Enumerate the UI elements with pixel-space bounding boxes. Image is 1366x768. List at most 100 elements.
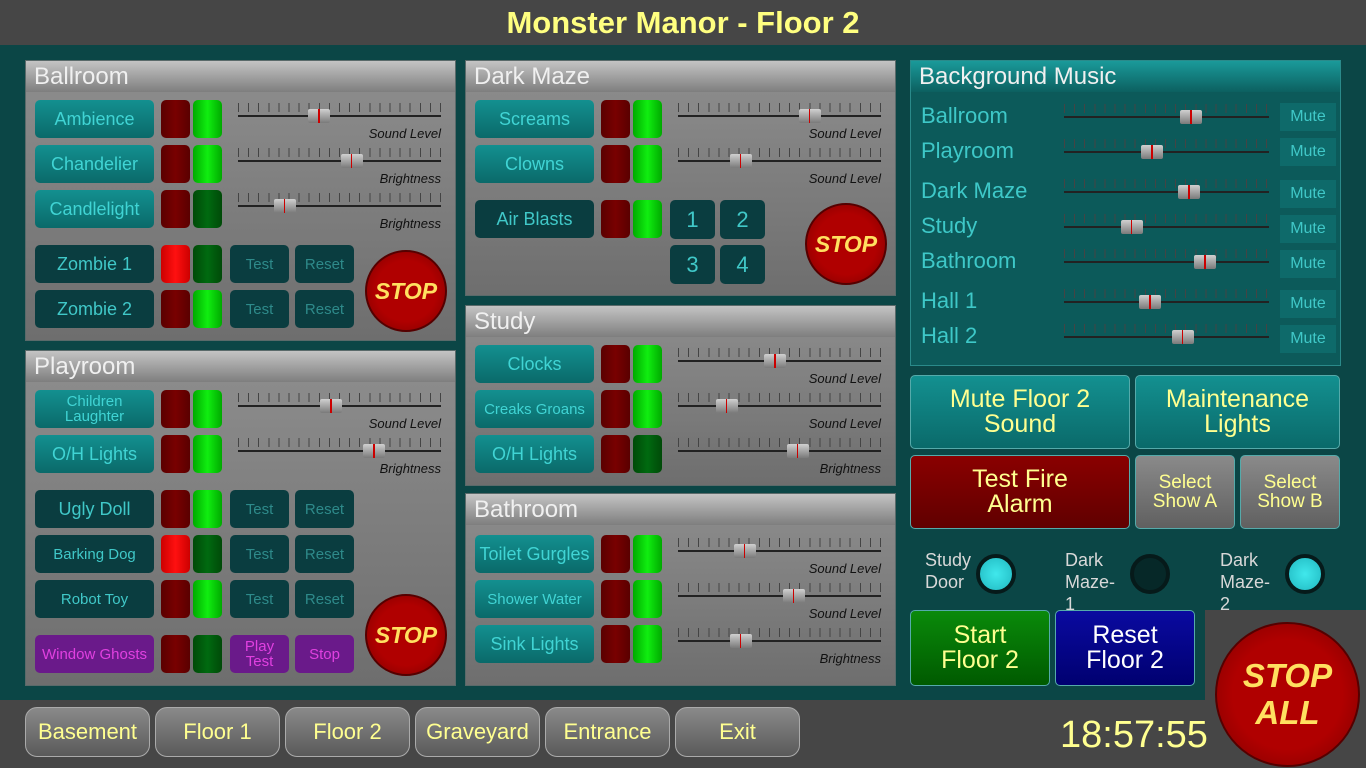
select-show-b-button[interactable]: Select Show B: [1240, 455, 1340, 529]
mute-button[interactable]: Mute: [1280, 138, 1336, 166]
row-button[interactable]: Ugly Doll: [35, 490, 154, 528]
music-level-slider[interactable]: [1064, 244, 1269, 274]
row-button[interactable]: Children Laughter: [35, 390, 154, 428]
row-button[interactable]: Candlelight: [35, 190, 154, 228]
row-button[interactable]: Zombie 1: [35, 245, 154, 283]
nav-button-floor-1[interactable]: Floor 1: [155, 707, 280, 757]
slider-thumb[interactable]: [782, 589, 805, 603]
mute-button[interactable]: Mute: [1280, 325, 1336, 353]
mute-floor-button[interactable]: Mute Floor 2 Sound: [910, 375, 1130, 449]
row-button[interactable]: O/H Lights: [475, 435, 594, 473]
select-show-a-button[interactable]: Select Show A: [1135, 455, 1235, 529]
row-button[interactable]: Window Ghosts: [35, 635, 154, 673]
slider-thumb[interactable]: [1171, 330, 1194, 344]
test-button[interactable]: Test: [230, 245, 289, 283]
music-level-slider[interactable]: [1064, 319, 1269, 349]
slider-thumb[interactable]: [729, 634, 752, 648]
level-slider[interactable]: [678, 98, 881, 128]
row-button[interactable]: Ambience: [35, 100, 154, 138]
reset-button[interactable]: Stop: [295, 635, 354, 673]
music-level-slider[interactable]: [1064, 284, 1269, 314]
level-slider[interactable]: [678, 533, 881, 563]
nav-button-floor-2[interactable]: Floor 2: [285, 707, 410, 757]
slider-thumb[interactable]: [320, 399, 343, 413]
row-button[interactable]: Toilet Gurgles: [475, 535, 594, 573]
nav-button-basement[interactable]: Basement: [25, 707, 150, 757]
row-button[interactable]: Clowns: [475, 145, 594, 183]
number-button-1[interactable]: 1: [670, 200, 715, 239]
stop-all-button[interactable]: STOP ALL: [1215, 622, 1360, 767]
test-button[interactable]: Test: [230, 290, 289, 328]
slider-thumb[interactable]: [1180, 110, 1203, 124]
row-button[interactable]: Clocks: [475, 345, 594, 383]
mute-button[interactable]: Mute: [1280, 290, 1336, 318]
slider-thumb[interactable]: [786, 444, 809, 458]
row-button[interactable]: Air Blasts: [475, 200, 594, 238]
row-button[interactable]: Zombie 2: [35, 290, 154, 328]
music-level-slider[interactable]: [1064, 209, 1269, 239]
mute-button[interactable]: Mute: [1280, 103, 1336, 131]
test-button[interactable]: Test: [230, 535, 289, 573]
test-button[interactable]: Test: [230, 580, 289, 618]
level-slider[interactable]: [678, 343, 881, 373]
level-slider[interactable]: [678, 433, 881, 463]
number-button-3[interactable]: 3: [670, 245, 715, 284]
row-button[interactable]: Screams: [475, 100, 594, 138]
row-button[interactable]: Chandelier: [35, 145, 154, 183]
reset-button[interactable]: Reset: [295, 535, 354, 573]
row-button[interactable]: Robot Toy: [35, 580, 154, 618]
slider-thumb[interactable]: [729, 154, 752, 168]
level-slider[interactable]: [238, 388, 441, 418]
row-button[interactable]: O/H Lights: [35, 435, 154, 473]
number-button-2[interactable]: 2: [720, 200, 765, 239]
level-slider[interactable]: [678, 578, 881, 608]
stop-button[interactable]: STOP: [365, 250, 447, 332]
row-button[interactable]: Barking Dog: [35, 535, 154, 573]
nav-button-exit[interactable]: Exit: [675, 707, 800, 757]
reset-floor-button[interactable]: Reset Floor 2: [1055, 610, 1195, 686]
reset-button[interactable]: Reset: [295, 490, 354, 528]
slider-thumb[interactable]: [733, 544, 756, 558]
slider-thumb[interactable]: [1178, 185, 1201, 199]
reset-button[interactable]: Reset: [295, 245, 354, 283]
nav-button-graveyard[interactable]: Graveyard: [415, 707, 540, 757]
mute-button[interactable]: Mute: [1280, 250, 1336, 278]
test-button[interactable]: Test: [230, 490, 289, 528]
nav-button-entrance[interactable]: Entrance: [545, 707, 670, 757]
maintenance-lights-button[interactable]: Maintenance Lights: [1135, 375, 1340, 449]
slider-thumb[interactable]: [1139, 295, 1162, 309]
slider-thumb[interactable]: [1194, 255, 1217, 269]
test-fire-alarm-button[interactable]: Test Fire Alarm: [910, 455, 1130, 529]
slider-thumb[interactable]: [764, 354, 787, 368]
slider-thumb[interactable]: [363, 444, 385, 458]
row-button[interactable]: Creaks Groans: [475, 390, 594, 428]
level-slider[interactable]: [238, 433, 441, 463]
row-button[interactable]: Sink Lights: [475, 625, 594, 663]
music-level-slider[interactable]: [1064, 134, 1269, 164]
test-button[interactable]: Play Test: [230, 635, 289, 673]
slider-thumb[interactable]: [715, 399, 738, 413]
level-slider[interactable]: [238, 98, 441, 128]
row-button[interactable]: Shower Water: [475, 580, 594, 618]
mute-button[interactable]: Mute: [1280, 180, 1336, 208]
level-slider[interactable]: [678, 388, 881, 418]
start-floor-button[interactable]: Start Floor 2: [910, 610, 1050, 686]
level-slider[interactable]: [678, 143, 881, 173]
reset-button[interactable]: Reset: [295, 290, 354, 328]
slider-thumb[interactable]: [308, 109, 331, 123]
music-level-slider[interactable]: [1064, 174, 1269, 204]
number-button-4[interactable]: 4: [720, 245, 765, 284]
level-slider[interactable]: [678, 623, 881, 653]
mute-button[interactable]: Mute: [1280, 215, 1336, 243]
music-level-slider[interactable]: [1064, 99, 1269, 129]
slider-thumb[interactable]: [1120, 220, 1143, 234]
reset-button[interactable]: Reset: [295, 580, 354, 618]
level-slider[interactable]: [238, 143, 441, 173]
slider-thumb[interactable]: [273, 199, 296, 213]
slider-thumb[interactable]: [798, 109, 821, 123]
slider-thumb[interactable]: [1141, 145, 1164, 159]
stop-button[interactable]: STOP: [365, 594, 447, 676]
stop-button[interactable]: STOP: [805, 203, 887, 285]
level-slider[interactable]: [238, 188, 441, 218]
slider-thumb[interactable]: [340, 154, 363, 168]
